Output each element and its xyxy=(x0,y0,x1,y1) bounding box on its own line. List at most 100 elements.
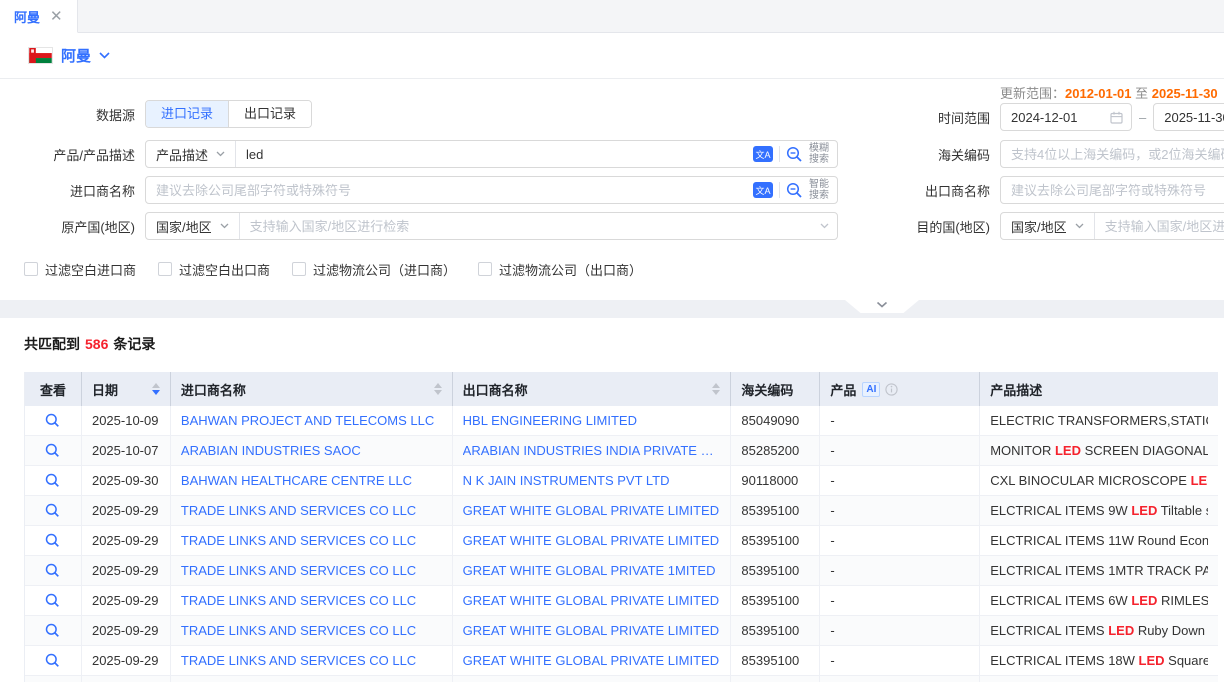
filter-checkbox[interactable]: 过滤物流公司（进口商） xyxy=(292,260,456,279)
smart-search-button[interactable]: 智能 搜索 xyxy=(809,179,829,201)
filter-checkbox[interactable]: 过滤空白进口商 xyxy=(24,260,136,279)
table-body: 2025-10-09 BAHWAN PROJECT AND TELECOMS L… xyxy=(25,406,1218,682)
view-record-icon[interactable] xyxy=(45,623,60,638)
importer-link[interactable]: TRADE LINKS AND SERVICES CO LLC xyxy=(181,593,416,608)
importer-link[interactable]: TRADE LINKS AND SERVICES CO LLC xyxy=(181,503,416,518)
table-row: 2025-10-07 ARABIAN INDUSTRIES SAOC ARABI… xyxy=(25,436,1218,466)
view-record-icon[interactable] xyxy=(45,503,60,518)
view-record-icon[interactable] xyxy=(45,473,60,488)
table-row: 2025-09-29 TRADE LINKS AND SERVICES CO L… xyxy=(25,526,1218,556)
importer-link[interactable]: TRADE LINKS AND SERVICES CO LLC xyxy=(181,623,416,638)
importer-cell: TRADE LINKS AND SERVICES CO LLC xyxy=(171,646,453,676)
exporter-name-input[interactable] xyxy=(1001,178,1224,202)
update-range: 更新范围：2012-01-01 至 2025-11-30 xyxy=(1000,83,1218,102)
exporter-link[interactable]: GREAT WHITE GLOBAL PRIVATE LIMITED xyxy=(463,653,719,668)
oman-flag-icon xyxy=(28,47,53,64)
smart-search-icon[interactable] xyxy=(786,182,803,199)
product-cell: - xyxy=(820,436,980,466)
chevron-down-icon[interactable] xyxy=(99,52,110,59)
checkbox-icon[interactable] xyxy=(158,262,172,276)
destination-select[interactable]: 国家/地区 xyxy=(1001,213,1095,239)
info-icon[interactable] xyxy=(885,383,898,396)
scrollbar-track[interactable] xyxy=(1218,372,1224,682)
description-cell: ELCTRICAL ITEMS 1MTR TRACK PATT... xyxy=(980,556,1218,586)
exporter-link[interactable]: GREAT WHITE GLOBAL PRIVATE LIMITED xyxy=(463,503,719,518)
origin-country-input[interactable] xyxy=(240,214,812,238)
table-row: 2025-09-29 TRADE LINKS AND SERVICES CO L… xyxy=(25,586,1218,616)
close-icon[interactable]: ✕ xyxy=(50,9,63,24)
end-date-input[interactable] xyxy=(1164,105,1224,129)
divider xyxy=(779,182,780,198)
product-type-select[interactable]: 产品描述 xyxy=(146,141,236,167)
chevron-down-icon[interactable] xyxy=(820,223,829,229)
exporter-link[interactable]: HBL ENGINEERING LIMITED xyxy=(463,413,637,428)
view-record-icon[interactable] xyxy=(45,653,60,668)
export-records-tab[interactable]: 出口记录 xyxy=(228,101,311,127)
fuzzy-search-icon[interactable] xyxy=(786,146,803,163)
chevron-down-icon xyxy=(876,301,888,309)
filter-checkbox[interactable]: 过滤物流公司（出口商） xyxy=(478,260,642,279)
view-cell xyxy=(25,406,82,436)
origin-country-select[interactable]: 国家/地区 xyxy=(146,213,240,239)
table-row: 2025-09-30 BAHWAN HEALTHCARE CENTRE LLC … xyxy=(25,466,1218,496)
exporter-label: 出口商名称 xyxy=(900,181,990,200)
translate-icon[interactable]: 文A xyxy=(753,182,773,198)
importer-name-input[interactable] xyxy=(146,178,745,202)
exporter-link[interactable]: GREAT WHITE GLOBAL PRIVATE 1MITED xyxy=(463,563,716,578)
chevron-down-icon xyxy=(216,151,225,157)
view-record-icon[interactable] xyxy=(45,533,60,548)
collapse-panel-handle[interactable] xyxy=(845,300,919,313)
importer-link[interactable]: BAHWAN HEALTHCARE CENTRE LLC xyxy=(181,473,412,488)
checkbox-icon[interactable] xyxy=(24,262,38,276)
country-selector[interactable]: 阿曼 xyxy=(61,45,91,66)
product-cell: - xyxy=(820,496,980,526)
country-bar: 阿曼 xyxy=(0,33,1224,79)
tab-oman[interactable]: 阿曼 ✕ xyxy=(0,0,78,33)
hs-code-label: 海关编码 xyxy=(900,145,990,164)
destination-input[interactable] xyxy=(1095,214,1224,238)
view-record-icon[interactable] xyxy=(45,563,60,578)
start-date-picker[interactable] xyxy=(1000,103,1132,131)
col-header-date[interactable]: 日期 xyxy=(82,372,171,406)
records-table: 查看 日期 进口商名称 出口商名称 海关编码 产品 AI xyxy=(24,372,1218,682)
importer-link[interactable]: TRADE LINKS AND SERVICES CO LLC xyxy=(181,563,416,578)
description-cell: ELCTRICAL ITEMS 9W LED Tiltable sp... xyxy=(980,496,1218,526)
view-record-icon[interactable] xyxy=(45,593,60,608)
translate-icon[interactable]: 文A xyxy=(753,146,773,162)
col-header-exporter[interactable]: 出口商名称 xyxy=(453,372,732,406)
importer-link[interactable]: TRADE LINKS AND SERVICES CO LLC xyxy=(181,653,416,668)
exporter-link[interactable]: N K JAIN INSTRUMENTS PVT LTD xyxy=(463,473,670,488)
hs-code-input[interactable] xyxy=(1001,142,1224,166)
filter-checkbox[interactable]: 过滤空白出口商 xyxy=(158,260,270,279)
start-date-input[interactable] xyxy=(1011,105,1104,129)
product-search-group: 产品描述 文A 模糊 搜索 xyxy=(145,140,838,168)
table-row: 2025-09-29 TRADE LINKS AND SERVICES CO L… xyxy=(25,646,1218,676)
exporter-link[interactable]: ARABIAN INDUSTRIES INDIA PRIVATE LIMIT..… xyxy=(463,443,721,458)
col-header-view: 查看 xyxy=(25,372,82,406)
checkbox-icon[interactable] xyxy=(292,262,306,276)
importer-cell: TRADE LINKS AND SERVICES CO LLC xyxy=(171,586,453,616)
importer-link[interactable]: TRADE LINKS AND SERVICES CO LLC xyxy=(181,533,416,548)
import-records-tab[interactable]: 进口记录 xyxy=(146,101,228,127)
tab-bar: 阿曼 ✕ xyxy=(0,0,1224,33)
importer-cell: TRADE LINKS AND SERVICES CO LLC xyxy=(171,496,453,526)
fuzzy-search-button[interactable]: 模糊 搜索 xyxy=(809,143,829,165)
col-header-importer[interactable]: 进口商名称 xyxy=(171,372,453,406)
checkbox-icon[interactable] xyxy=(478,262,492,276)
importer-link[interactable]: ARABIAN INDUSTRIES SAOC xyxy=(181,443,361,458)
hs-code-cell: 85395100 xyxy=(731,496,820,526)
view-cell xyxy=(25,676,82,682)
description-cell: ELCTRICAL ITEMS LED Ruby Down Li... xyxy=(980,616,1218,646)
table-header-row: 查看 日期 进口商名称 出口商名称 海关编码 产品 AI xyxy=(25,372,1218,406)
exporter-link[interactable]: GREAT WHITE GLOBAL PRIVATE LIMITED xyxy=(463,623,719,638)
importer-link[interactable]: BAHWAN PROJECT AND TELECOMS LLC xyxy=(181,413,434,428)
product-cell: - xyxy=(820,466,980,496)
view-record-icon[interactable] xyxy=(45,443,60,458)
end-date-picker[interactable] xyxy=(1153,103,1224,131)
exporter-link[interactable]: GREAT WHITE GLOBAL PRIVATE LIMITED xyxy=(463,533,719,548)
exporter-link[interactable]: GREAT WHITE GLOBAL PRIVATE LIMITED xyxy=(463,593,719,608)
chevron-down-icon xyxy=(220,223,229,229)
view-record-icon[interactable] xyxy=(45,413,60,428)
product-search-input[interactable] xyxy=(236,142,745,166)
col-header-product: 产品 AI xyxy=(820,372,980,406)
